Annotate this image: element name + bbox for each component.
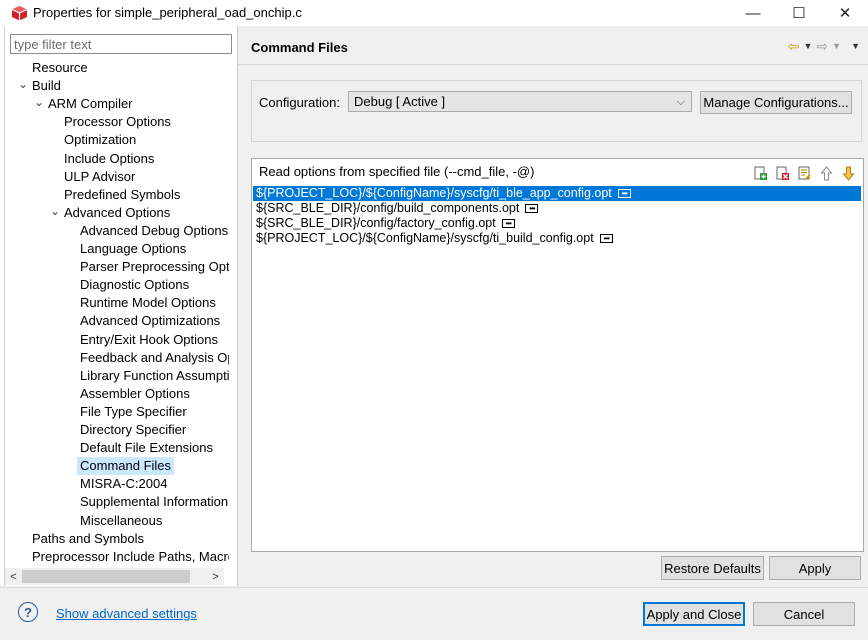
file-list-item[interactable]: ${SRC_BLE_DIR}/config/factory_config.opt… (253, 216, 861, 231)
property-page: Command Files ⇦ ▼ ⇨ ▼ ▼ Configuration: D… (238, 26, 868, 586)
tree-item[interactable]: Parser Preprocessing Optio (80, 258, 229, 276)
project-cube-icon (11, 6, 28, 21)
tree-item[interactable]: File Type Specifier (80, 403, 187, 421)
horizontal-scrollbar[interactable]: < > (5, 568, 224, 585)
apply-and-close-button[interactable]: Apply and Close (643, 602, 745, 626)
command-files-list[interactable]: ${PROJECT_LOC}/${ConfigName}/syscfg/ti_b… (253, 186, 861, 246)
forward-menu-icon[interactable]: ▼ (832, 41, 841, 51)
apply-button[interactable]: Apply (769, 556, 861, 580)
move-down-icon[interactable] (840, 165, 857, 182)
tree-item[interactable]: Directory Specifier (80, 421, 186, 439)
file-list-item[interactable]: ${SRC_BLE_DIR}/config/build_components.o… (253, 201, 861, 216)
tree-item[interactable]: Command Files (77, 457, 175, 476)
view-menu-icon[interactable]: ▼ (851, 41, 860, 51)
page-title: Command Files (251, 40, 348, 55)
dialog-footer: ? Show advanced settings Apply and Close… (0, 587, 868, 640)
page-header: Command Files ⇦ ▼ ⇨ ▼ ▼ (238, 26, 868, 65)
filter-input[interactable] (10, 34, 232, 54)
file-list-item[interactable]: ${PROJECT_LOC}/${ConfigName}/syscfg/ti_b… (253, 186, 861, 201)
tree-item[interactable]: Runtime Model Options (80, 294, 216, 312)
minimize-button[interactable]: — (730, 0, 776, 26)
tree-item[interactable]: Optimization (64, 131, 136, 149)
tree-item[interactable]: Preprocessor Include Paths, Macros (32, 548, 229, 566)
delete-file-icon[interactable] (774, 165, 791, 182)
forward-arrow-icon[interactable]: ⇨ (816, 38, 828, 55)
help-icon[interactable]: ? (18, 602, 38, 622)
tree-item[interactable]: Entry/Exit Hook Options (80, 331, 218, 349)
configuration-label: Configuration: (259, 95, 340, 110)
move-up-icon[interactable] (818, 165, 835, 182)
scroll-thumb[interactable] (22, 570, 190, 583)
ellipsis-icon[interactable]: ••• (599, 234, 613, 243)
tree-item[interactable]: Predefined Symbols (64, 186, 180, 204)
back-arrow-icon[interactable]: ⇦ (788, 38, 800, 55)
expand-chevron-icon[interactable]: ⌄ (34, 95, 44, 113)
page-navigation: ⇦ ▼ ⇨ ▼ ▼ (788, 37, 860, 55)
chevron-down-icon: ⌵ (676, 96, 685, 108)
tree-item[interactable]: Feedback and Analysis Op (80, 349, 229, 367)
tree-item[interactable]: Advanced Optimizations (80, 312, 220, 330)
tree-item[interactable]: ULP Advisor (64, 168, 135, 186)
cancel-button[interactable]: Cancel (753, 602, 855, 626)
close-button[interactable]: ✕ (822, 0, 868, 26)
title-bar: Properties for simple_peripheral_oad_onc… (0, 0, 868, 26)
file-path: ${SRC_BLE_DIR}/config/build_components.o… (256, 201, 520, 215)
files-list-title: Read options from specified file (--cmd_… (259, 164, 535, 179)
configuration-select[interactable]: Debug [ Active ] ⌵ (348, 91, 692, 112)
tree-item[interactable]: Include Options (64, 150, 154, 168)
scroll-left-icon[interactable]: < (5, 568, 22, 585)
tree-item[interactable]: Diagnostic Options (80, 276, 189, 294)
tree-item[interactable]: ARM Compiler (48, 95, 133, 113)
tree-item[interactable]: Default File Extensions (80, 439, 213, 457)
ellipsis-icon[interactable]: ••• (501, 219, 515, 228)
restore-defaults-button[interactable]: Restore Defaults (661, 556, 764, 580)
tree-item[interactable]: Supplemental Information (80, 493, 228, 511)
configuration-value: Debug [ Active ] (354, 94, 446, 109)
tree-item[interactable]: Library Function Assumptio (80, 367, 229, 385)
ellipsis-icon[interactable]: ••• (617, 189, 631, 198)
settings-tree: Resource ⌄ Build ⌄ ARM Compiler Processor Opt… (5, 59, 229, 567)
navigation-pane: Resource⌄Build⌄ARM CompilerProcessor Opt… (5, 26, 237, 586)
tree-item[interactable]: Build (32, 77, 61, 95)
tree-item[interactable]: Advanced Options (64, 204, 170, 222)
file-toolbar (752, 165, 857, 182)
expand-chevron-icon[interactable]: ⌄ (50, 204, 60, 222)
tree-item[interactable]: Resource (32, 59, 88, 77)
window-title: Properties for simple_peripheral_oad_onc… (33, 5, 302, 20)
expand-chevron-icon[interactable]: ⌄ (18, 77, 28, 95)
tree-item[interactable]: Assembler Options (80, 385, 190, 403)
scroll-right-icon[interactable]: > (207, 568, 224, 585)
file-path: ${PROJECT_LOC}/${ConfigName}/syscfg/ti_b… (256, 186, 612, 200)
manage-configurations-button[interactable]: Manage Configurations... (700, 91, 852, 114)
file-path: ${PROJECT_LOC}/${ConfigName}/syscfg/ti_b… (256, 231, 594, 245)
tree-item[interactable]: MISRA-C:2004 (80, 475, 167, 493)
configuration-group: Configuration: Debug [ Active ] ⌵ Manage… (251, 80, 862, 142)
command-files-list-box: Read options from specified file (--cmd_… (251, 158, 864, 552)
tree-item[interactable]: Language Options (80, 240, 186, 258)
show-advanced-settings-link[interactable]: Show advanced settings (56, 606, 197, 621)
ellipsis-icon[interactable]: ••• (525, 204, 539, 213)
tree-item[interactable]: Miscellaneous (80, 512, 162, 530)
maximize-button[interactable]: ☐ (776, 0, 822, 26)
edit-file-icon[interactable] (796, 165, 813, 182)
file-path: ${SRC_BLE_DIR}/config/factory_config.opt (256, 216, 496, 230)
tree-item[interactable]: Paths and Symbols (32, 530, 144, 548)
back-menu-icon[interactable]: ▼ (804, 41, 813, 51)
add-file-icon[interactable] (752, 165, 769, 182)
file-list-item[interactable]: ${PROJECT_LOC}/${ConfigName}/syscfg/ti_b… (253, 231, 861, 246)
tree-item[interactable]: Advanced Debug Options (80, 222, 228, 240)
tree-item[interactable]: Processor Options (64, 113, 171, 131)
